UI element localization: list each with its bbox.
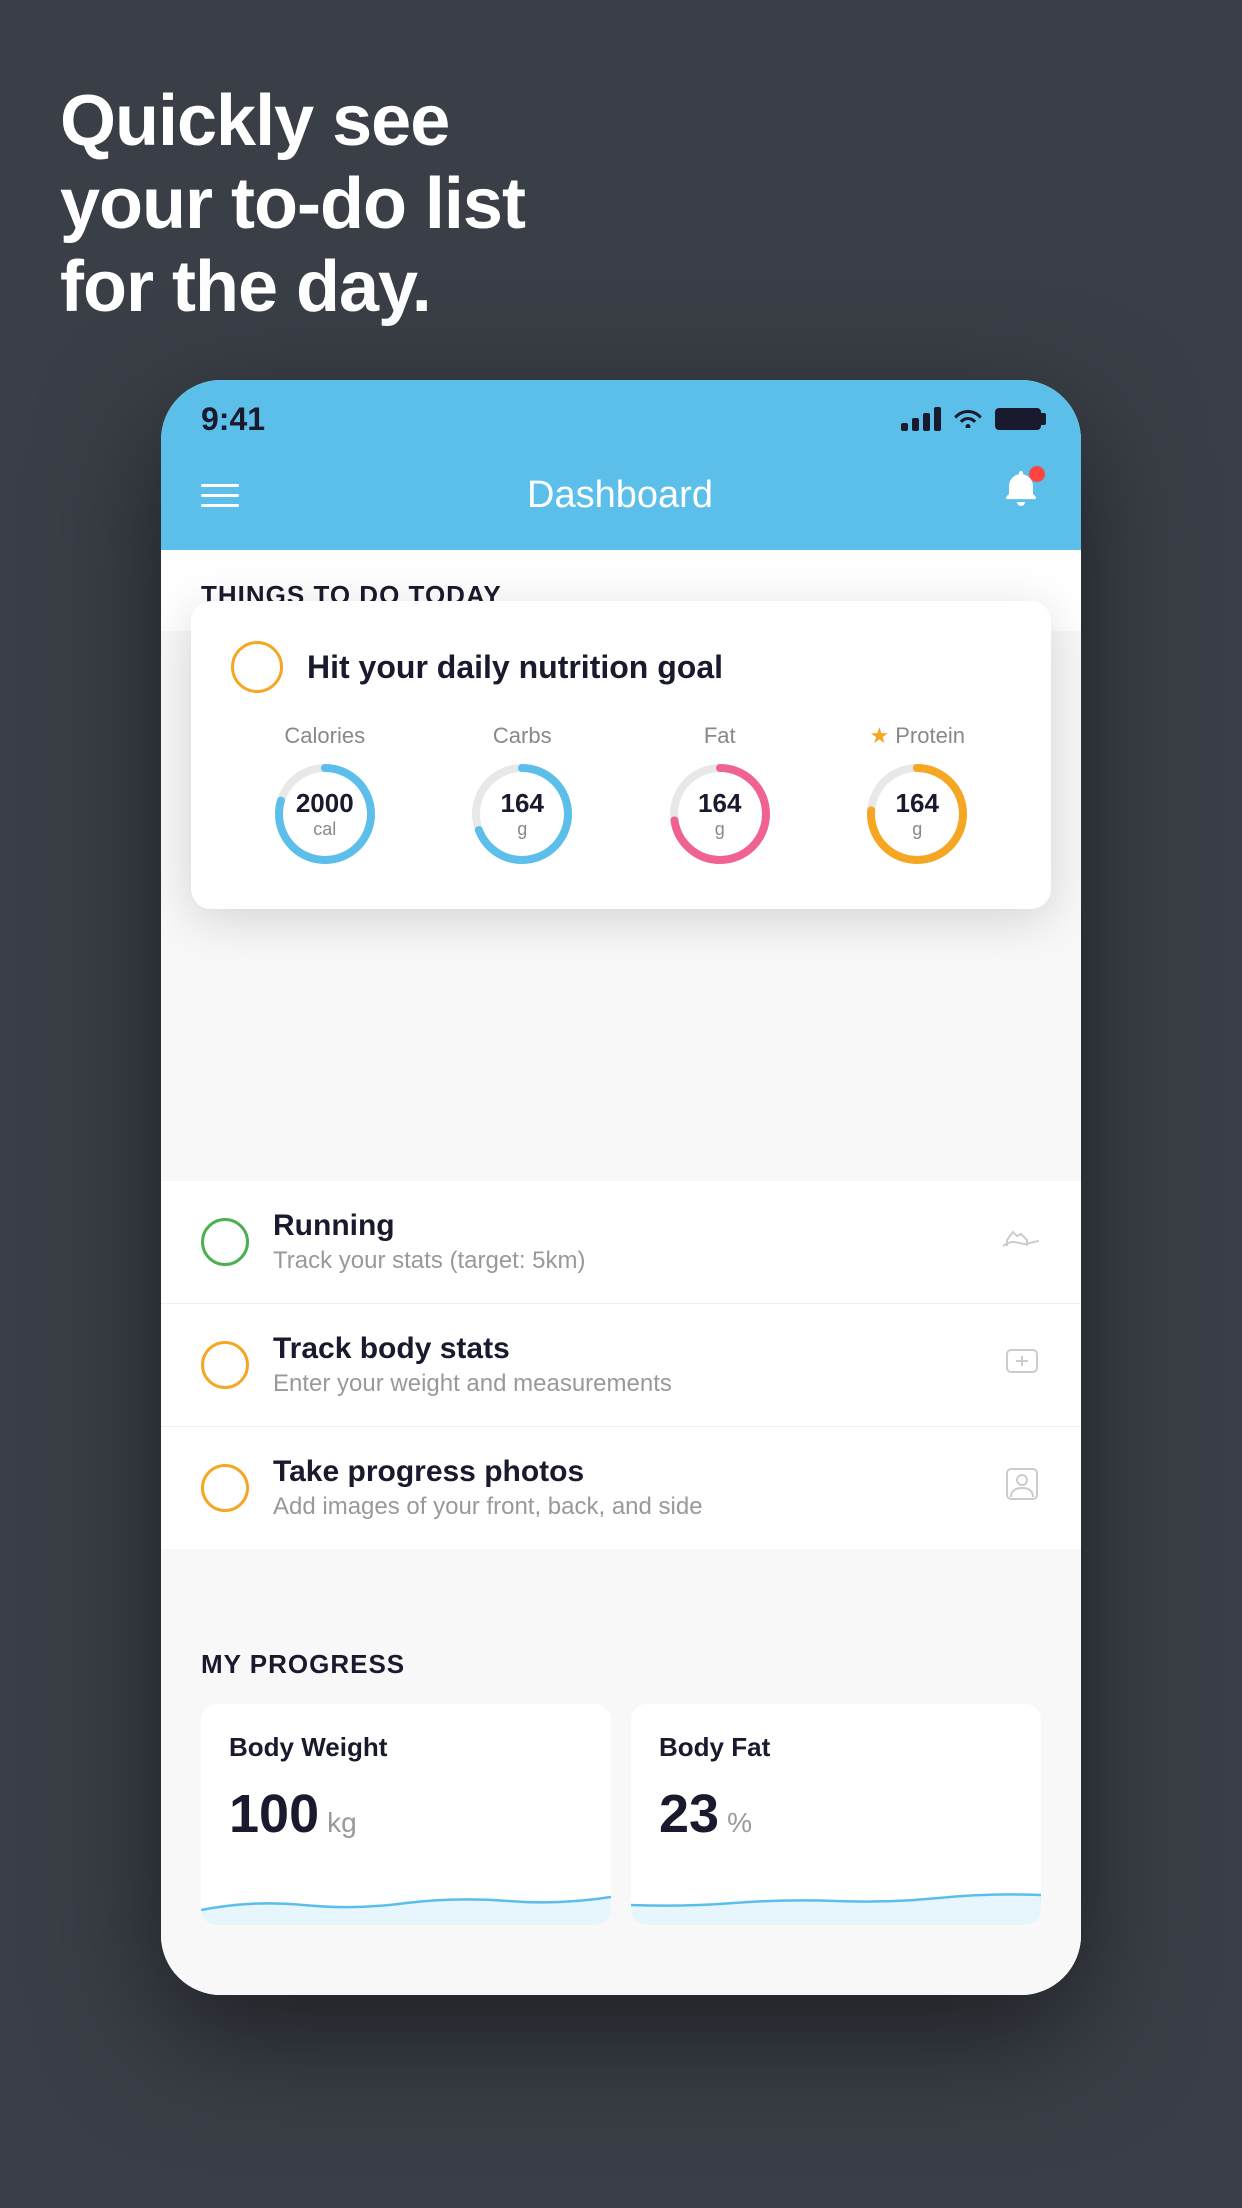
- photos-text: Take progress photos Add images of your …: [273, 1455, 979, 1521]
- nutrition-fat: Fat 164 g: [665, 723, 775, 869]
- running-text: Running Track your stats (target: 5km): [273, 1209, 977, 1275]
- calories-label: Calories: [284, 723, 365, 749]
- photos-subtitle: Add images of your front, back, and side: [273, 1493, 979, 1521]
- app-content: THINGS TO DO TODAY Hit your daily nutrit…: [161, 550, 1081, 1995]
- body-stats-text: Track body stats Enter your weight and m…: [273, 1332, 979, 1398]
- progress-section: MY PROGRESS Body Weight 100 kg: [161, 1609, 1081, 1945]
- running-circle: [201, 1218, 249, 1266]
- carbs-label: Carbs: [493, 723, 552, 749]
- list-item-body-stats[interactable]: Track body stats Enter your weight and m…: [161, 1304, 1081, 1427]
- nutrition-protein: ★ Protein 164 g: [862, 723, 972, 869]
- body-stats-title: Track body stats: [273, 1332, 979, 1366]
- photos-circle: [201, 1464, 249, 1512]
- status-icons: [901, 404, 1041, 435]
- calories-chart: 2000 cal: [270, 759, 380, 869]
- wifi-icon: [953, 404, 983, 435]
- protein-label: ★ Protein: [870, 723, 965, 749]
- list-section: Running Track your stats (target: 5km) T…: [161, 1181, 1081, 1549]
- nutrition-row: Calories 2000 cal: [231, 723, 1011, 869]
- floating-card: Hit your daily nutrition goal Calories: [191, 601, 1051, 909]
- fat-label: Fat: [704, 723, 736, 749]
- running-subtitle: Track your stats (target: 5km): [273, 1247, 977, 1275]
- headline: Quickly see your to-do list for the day.: [60, 80, 525, 328]
- bell-icon: [1001, 477, 1041, 519]
- spacer: [161, 1549, 1081, 1609]
- card-title: Hit your daily nutrition goal: [307, 649, 723, 686]
- bottom-spacer: [161, 1945, 1081, 1995]
- body-fat-unit: %: [727, 1807, 752, 1839]
- body-fat-label: Body Fat: [659, 1732, 1013, 1763]
- body-weight-unit: kg: [327, 1807, 357, 1839]
- shoe-icon: [1001, 1221, 1041, 1263]
- todo-circle: [231, 641, 283, 693]
- floating-card-wrapper: Hit your daily nutrition goal Calories: [161, 631, 1081, 921]
- body-weight-chart: [201, 1865, 611, 1925]
- body-fat-number: 23: [659, 1783, 719, 1845]
- body-stats-circle: [201, 1341, 249, 1389]
- body-weight-value: 100 kg: [229, 1783, 583, 1845]
- menu-button[interactable]: [201, 484, 239, 507]
- nutrition-carbs: Carbs 164 g: [467, 723, 577, 869]
- card-header: Hit your daily nutrition goal: [231, 641, 1011, 693]
- photos-title: Take progress photos: [273, 1455, 979, 1489]
- progress-title: MY PROGRESS: [201, 1649, 1041, 1680]
- list-item-running[interactable]: Running Track your stats (target: 5km): [161, 1181, 1081, 1304]
- progress-cards: Body Weight 100 kg Body Fat: [201, 1704, 1041, 1925]
- status-time: 9:41: [201, 401, 265, 438]
- body-weight-label: Body Weight: [229, 1732, 583, 1763]
- scale-icon: [1003, 1342, 1041, 1389]
- body-weight-number: 100: [229, 1783, 319, 1845]
- body-fat-card: Body Fat 23 %: [631, 1704, 1041, 1925]
- body-stats-subtitle: Enter your weight and measurements: [273, 1370, 979, 1398]
- list-item-photos[interactable]: Take progress photos Add images of your …: [161, 1427, 1081, 1549]
- nav-title: Dashboard: [527, 474, 713, 517]
- running-title: Running: [273, 1209, 977, 1243]
- person-icon: [1003, 1465, 1041, 1512]
- signal-icon: [901, 407, 941, 431]
- status-bar: 9:41: [161, 380, 1081, 450]
- nav-bar: Dashboard: [161, 450, 1081, 550]
- body-fat-chart: [631, 1865, 1041, 1925]
- nutrition-calories: Calories 2000 cal: [270, 723, 380, 869]
- battery-icon: [995, 408, 1041, 430]
- carbs-chart: 164 g: [467, 759, 577, 869]
- body-fat-value: 23 %: [659, 1783, 1013, 1845]
- phone-mockup: 9:41 Dashboard: [161, 380, 1081, 1995]
- notification-button[interactable]: [1001, 470, 1041, 520]
- protein-chart: 164 g: [862, 759, 972, 869]
- notification-dot: [1029, 466, 1045, 482]
- body-weight-card: Body Weight 100 kg: [201, 1704, 611, 1925]
- star-icon: ★: [870, 723, 890, 749]
- fat-chart: 164 g: [665, 759, 775, 869]
